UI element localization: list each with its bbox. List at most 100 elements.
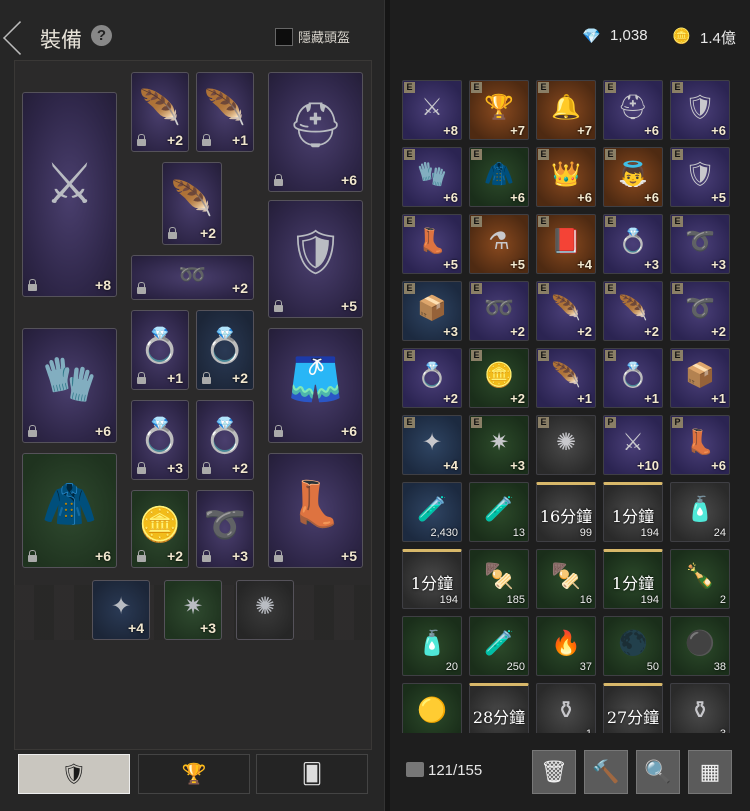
ring-slot-4[interactable]: 💍 +2 bbox=[196, 400, 254, 480]
inventory-slot[interactable]: ⛑ E +6 bbox=[603, 80, 663, 140]
inventory-slot[interactable]: ⚗ E +5 bbox=[469, 214, 529, 274]
rune-icon: ✦ bbox=[110, 593, 132, 621]
inventory-slot[interactable]: 🧴 20 bbox=[402, 616, 462, 676]
inventory-slot[interactable]: ➿ E +2 bbox=[469, 281, 529, 341]
inventory-slot[interactable]: 💍 E +2 bbox=[402, 348, 462, 408]
hide-helmet-checkbox[interactable] bbox=[275, 28, 293, 46]
bracelet-slot[interactable]: 🪙 +2 bbox=[131, 490, 189, 568]
cooldown-timer: 27分鐘 bbox=[606, 708, 660, 727]
skewer-food-icon: 🍢 bbox=[551, 563, 581, 591]
inventory-slot[interactable]: 🔔 E +7 bbox=[536, 80, 596, 140]
cloak-slot[interactable]: 🧥 +6 bbox=[22, 453, 117, 568]
red-potion-icon: 🧪 bbox=[417, 496, 447, 524]
earring-slot-2[interactable]: 🪶 +1 bbox=[196, 72, 254, 152]
inventory-slot[interactable]: 💍 E +1 bbox=[603, 348, 663, 408]
enhance-level: +3 bbox=[167, 460, 183, 476]
help-icon[interactable]: ? bbox=[91, 25, 112, 46]
inventory-slot[interactable]: ✷ E +3 bbox=[469, 415, 529, 475]
rune-slot-2[interactable]: ✷ +3 bbox=[164, 580, 222, 640]
inventory-slot[interactable]: 🌑 50 bbox=[603, 616, 663, 676]
hide-helmet-label: 隱藏頭盔 bbox=[298, 31, 351, 46]
helmet-slot[interactable]: ⛑ +6 bbox=[268, 72, 363, 192]
inventory-slot[interactable]: ✺ E bbox=[536, 415, 596, 475]
craft-button[interactable]: 🔨 bbox=[584, 750, 628, 794]
ring-slot-2[interactable]: 💍 +2 bbox=[196, 310, 254, 390]
inventory-slot[interactable]: 🍢 185 bbox=[469, 549, 529, 609]
inventory-slot[interactable]: 🍢 16 bbox=[536, 549, 596, 609]
inventory-slot[interactable]: 👑 E +6 bbox=[536, 147, 596, 207]
inventory-slot[interactable]: 🟡 bbox=[402, 683, 462, 733]
inventory-slot[interactable]: 🪶 E +2 bbox=[603, 281, 663, 341]
weapon-slot[interactable]: ⚔ +8 bbox=[22, 92, 117, 297]
ring-icon: 💍 bbox=[203, 327, 247, 366]
inventory-slot[interactable]: ✦ E +4 bbox=[402, 415, 462, 475]
inventory-slot[interactable]: 1分鐘 194 bbox=[603, 482, 663, 542]
enhance-level: +3 bbox=[711, 257, 726, 272]
ring-slot-3[interactable]: 💍 +3 bbox=[131, 400, 189, 480]
inventory-slot[interactable]: 27分鐘 bbox=[603, 683, 663, 733]
armor-slot[interactable]: 🛡 +5 bbox=[268, 200, 363, 318]
inventory-slot[interactable]: ⚫ 38 bbox=[670, 616, 730, 676]
necklace-slot[interactable]: 🪶 +2 bbox=[162, 162, 222, 245]
inventory-slot[interactable]: 1分鐘 194 bbox=[603, 549, 663, 609]
inventory-slot[interactable]: 🧪 13 bbox=[469, 482, 529, 542]
inventory-slot[interactable]: 🧴 24 bbox=[670, 482, 730, 542]
rune-icon: ✷ bbox=[488, 429, 510, 457]
inventory-slot[interactable]: ⚔ E +8 bbox=[402, 80, 462, 140]
inventory-slot[interactable]: 🧤 E +6 bbox=[402, 147, 462, 207]
inventory-slot[interactable]: 📦 E +1 bbox=[670, 348, 730, 408]
tab-collection[interactable]: 🏆 bbox=[138, 754, 250, 794]
dual-blades-icon: ⚔ bbox=[421, 94, 443, 122]
inventory-slot[interactable]: 🧥 E +6 bbox=[469, 147, 529, 207]
stack-count: 50 bbox=[646, 661, 659, 673]
inventory-slot[interactable]: 🧪 250 bbox=[469, 616, 529, 676]
earring-slot-1[interactable]: 🪶 +2 bbox=[131, 72, 189, 152]
page-title: 裝備 bbox=[40, 28, 82, 52]
inventory-slot[interactable]: ⚱3 bbox=[670, 683, 730, 733]
inventory-slot[interactable]: 💍 E +3 bbox=[603, 214, 663, 274]
inventory-slot[interactable]: 🛡 E +5 bbox=[670, 147, 730, 207]
moon-orb-icon: 🌑 bbox=[618, 630, 648, 658]
enhance-level: +4 bbox=[443, 458, 458, 473]
inventory-slot[interactable]: 🏆 E +7 bbox=[469, 80, 529, 140]
inventory-slot[interactable]: 🧪 2,430 bbox=[402, 482, 462, 542]
gloves-slot[interactable]: 🧤 +6 bbox=[22, 328, 117, 443]
rune-slot-1[interactable]: ✦ +4 bbox=[92, 580, 150, 640]
pants-slot[interactable]: 🩳 +6 bbox=[268, 328, 363, 443]
amulet-slot[interactable]: ➰ +3 bbox=[196, 490, 254, 568]
ring-slot-1[interactable]: 💍 +1 bbox=[131, 310, 189, 390]
stack-count: 20 bbox=[445, 661, 458, 673]
inventory-slot[interactable]: 📦 E +3 bbox=[402, 281, 462, 341]
belt-slot[interactable]: ➿ +2 bbox=[131, 255, 254, 300]
inventory-slot[interactable]: 🪶 E +2 bbox=[536, 281, 596, 341]
inventory-slot[interactable]: 🍾 2 bbox=[670, 549, 730, 609]
grade-badge: E bbox=[605, 216, 616, 227]
sort-button[interactable]: ▦ bbox=[688, 750, 732, 794]
delete-button[interactable]: 🗑 bbox=[532, 750, 576, 794]
inventory-slot[interactable]: 📕 E +4 bbox=[536, 214, 596, 274]
rune-slot-3[interactable]: ✺ bbox=[236, 580, 294, 640]
enhance-level: +5 bbox=[341, 548, 357, 564]
tab-card[interactable]: 🂠 bbox=[256, 754, 368, 794]
inventory-slot[interactable]: ➰ E +3 bbox=[670, 214, 730, 274]
inventory-slot[interactable]: 28分鐘 bbox=[469, 683, 529, 733]
bracelet-icon: ➰ bbox=[685, 295, 715, 323]
inventory-slot[interactable]: ➰ E +2 bbox=[670, 281, 730, 341]
search-button[interactable]: 🔍 bbox=[636, 750, 680, 794]
inventory-slot[interactable]: ⚱1 bbox=[536, 683, 596, 733]
inventory-slot[interactable]: 1分鐘 194 bbox=[402, 549, 462, 609]
boots-slot[interactable]: 👢 +5 bbox=[268, 453, 363, 568]
inventory-slot[interactable]: 👢 P +6 bbox=[670, 415, 730, 475]
lock-icon bbox=[28, 425, 37, 437]
tab-equipment[interactable]: 🛡 bbox=[18, 754, 130, 794]
inventory-slot[interactable]: 🪙 E +2 bbox=[469, 348, 529, 408]
inventory-slot[interactable]: 🪶 E +1 bbox=[536, 348, 596, 408]
back-arrow-icon[interactable] bbox=[3, 21, 37, 55]
inventory-slot[interactable]: 🔥 37 bbox=[536, 616, 596, 676]
inventory-slot[interactable]: ⚔ P +10 bbox=[603, 415, 663, 475]
inventory-slot[interactable]: 👢 E +5 bbox=[402, 214, 462, 274]
inventory-slot[interactable]: 👼 E +6 bbox=[603, 147, 663, 207]
lock-icon bbox=[28, 279, 37, 291]
inventory-slot[interactable]: 16分鐘 99 bbox=[536, 482, 596, 542]
inventory-slot[interactable]: 🛡 E +6 bbox=[670, 80, 730, 140]
